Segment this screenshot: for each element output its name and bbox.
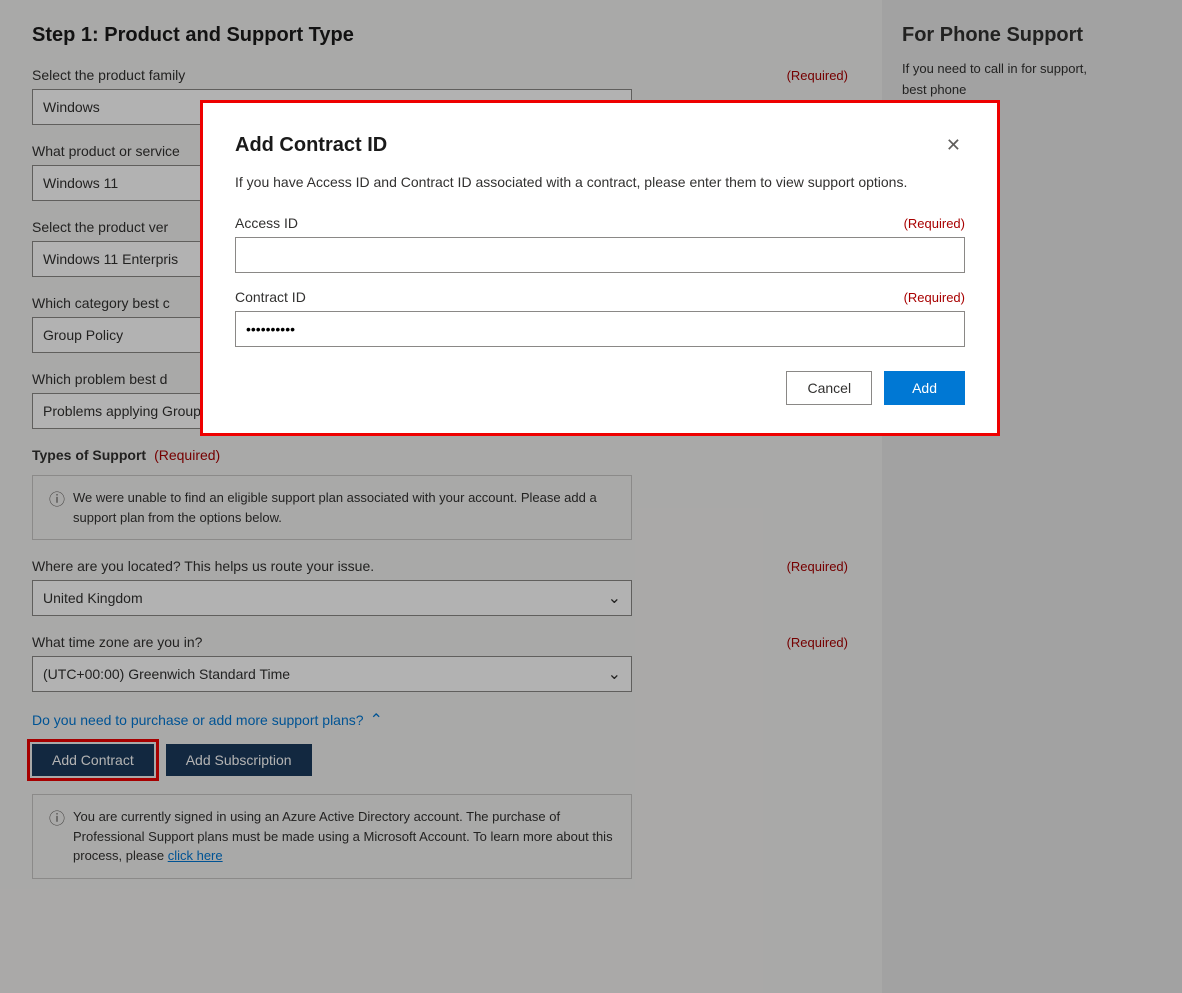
modal-title: Add Contract ID bbox=[235, 134, 387, 157]
contract-id-required: (Required) bbox=[904, 290, 965, 305]
contract-id-field-label: Contract ID (Required) bbox=[235, 289, 965, 305]
modal-actions: Cancel Add bbox=[235, 371, 965, 405]
contract-id-input[interactable] bbox=[235, 311, 965, 347]
cancel-button[interactable]: Cancel bbox=[786, 371, 872, 405]
add-contract-modal: Add Contract ID ✕ If you have Access ID … bbox=[200, 100, 1000, 436]
access-id-required: (Required) bbox=[904, 216, 965, 231]
modal-close-button[interactable]: ✕ bbox=[942, 131, 965, 160]
add-button[interactable]: Add bbox=[884, 371, 965, 405]
access-id-label: Access ID bbox=[235, 215, 298, 231]
access-id-input[interactable] bbox=[235, 237, 965, 273]
modal-description: If you have Access ID and Contract ID as… bbox=[235, 172, 965, 193]
contract-id-label: Contract ID bbox=[235, 289, 306, 305]
access-id-field-label: Access ID (Required) bbox=[235, 215, 965, 231]
modal-header: Add Contract ID ✕ bbox=[235, 131, 965, 160]
